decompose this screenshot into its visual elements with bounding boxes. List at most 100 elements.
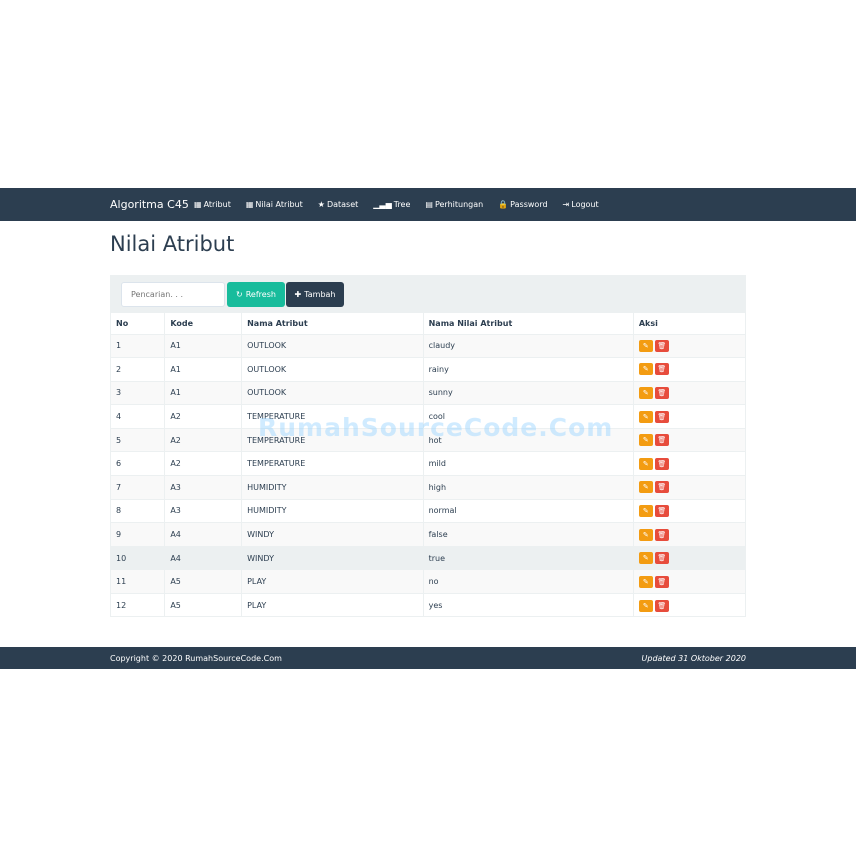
actions-cell: ✎ 🗑 xyxy=(632,593,745,618)
delete-button[interactable]: 🗑 xyxy=(654,599,669,612)
edit-button[interactable]: ✎ xyxy=(638,528,653,541)
edit-button[interactable]: ✎ xyxy=(638,363,653,376)
table-row: 11 A5 PLAY no ✎ 🗑 xyxy=(111,569,745,594)
actions-cell: ✎ 🗑 xyxy=(632,522,745,547)
nav-item-label: Nilai Atribut xyxy=(255,200,303,209)
table-cell: WINDY xyxy=(241,522,424,547)
nav-item-logout[interactable]: ⇥ Logout xyxy=(563,200,599,209)
table-cell: 2 xyxy=(111,357,165,382)
nav-item-atribut[interactable]: ▦ Atribut xyxy=(194,200,231,209)
table-cell: TEMPERATURE xyxy=(241,451,424,476)
edit-button[interactable]: ✎ xyxy=(638,434,653,447)
delete-button[interactable]: 🗑 xyxy=(654,410,669,423)
delete-button[interactable]: 🗑 xyxy=(654,481,669,494)
edit-button[interactable]: ✎ xyxy=(638,457,653,470)
nav-item-dataset[interactable]: ★ Dataset xyxy=(318,200,359,209)
edit-button[interactable]: ✎ xyxy=(638,410,653,423)
nav-item-nilai-atribut[interactable]: ▦ Nilai Atribut xyxy=(246,200,303,209)
table-cell: PLAY xyxy=(241,593,424,618)
delete-button[interactable]: 🗑 xyxy=(654,457,669,470)
nav-item-password[interactable]: 🔒 Password xyxy=(498,200,547,209)
lock-icon: 🔒 xyxy=(498,200,509,209)
edit-button[interactable]: ✎ xyxy=(638,552,653,565)
table-cell: hot xyxy=(422,427,634,452)
delete-button[interactable]: 🗑 xyxy=(654,339,669,352)
delete-button[interactable]: 🗑 xyxy=(654,386,669,399)
signal-icon: ▁▃▅ xyxy=(373,200,392,209)
table-cell: A1 xyxy=(164,357,242,382)
table-cell: false xyxy=(422,522,634,547)
add-button[interactable]: ✚ Tambah xyxy=(286,282,344,307)
delete-button[interactable]: 🗑 xyxy=(654,528,669,541)
edit-button[interactable]: ✎ xyxy=(638,575,653,588)
table-cell: true xyxy=(422,545,634,570)
footer: Copyright © 2020 RumahSourceCode.Com Upd… xyxy=(0,647,856,669)
nav-item-tree[interactable]: ▁▃▅ Tree xyxy=(373,200,410,209)
table-cell: 5 xyxy=(111,427,165,452)
delete-button[interactable]: 🗑 xyxy=(654,552,669,565)
edit-button[interactable]: ✎ xyxy=(638,386,653,399)
edit-icon: ✎ xyxy=(642,459,649,468)
edit-icon: ✎ xyxy=(642,341,649,350)
table-row: 5 A2 TEMPERATURE hot ✎ 🗑 xyxy=(111,427,745,452)
table-cell: 12 xyxy=(111,593,165,618)
table-cell: 9 xyxy=(111,522,165,547)
edit-icon: ✎ xyxy=(642,365,649,374)
delete-button[interactable]: 🗑 xyxy=(654,434,669,447)
nav-item-perhitungan[interactable]: ▤ Perhitungan xyxy=(425,200,483,209)
logout-icon: ⇥ xyxy=(562,200,570,209)
th-icon: ▦ xyxy=(245,200,254,209)
trash-icon: 🗑 xyxy=(657,341,667,350)
trash-icon: 🗑 xyxy=(657,388,667,397)
search-input[interactable] xyxy=(121,282,225,307)
updated-date: Updated 31 Oktober 2020 xyxy=(641,654,746,663)
nav-item-label: Password xyxy=(510,200,548,209)
nav-item-label: Dataset xyxy=(326,200,359,209)
table-row: 9 A4 WINDY false ✎ 🗑 xyxy=(111,522,745,547)
table-row: 8 A3 HUMIDITY normal ✎ 🗑 xyxy=(111,498,745,523)
table-cell: rainy xyxy=(422,357,634,382)
table-cell: WINDY xyxy=(241,545,424,570)
star-icon: ★ xyxy=(317,200,325,209)
table-cell: TEMPERATURE xyxy=(241,404,424,429)
table-cell: A4 xyxy=(164,545,242,570)
actions-cell: ✎ 🗑 xyxy=(632,380,745,405)
plus-icon: ✚ xyxy=(294,290,302,299)
trash-icon: 🗑 xyxy=(657,577,667,586)
table-cell: A2 xyxy=(164,404,242,429)
table-row: 2 A1 OUTLOOK rainy ✎ 🗑 xyxy=(111,357,745,382)
table-panel: ↻Refresh ✚Tambah NoKodeNama AtributNama … xyxy=(110,275,746,618)
table-cell: cool xyxy=(422,404,634,429)
table-cell: yes xyxy=(422,593,634,618)
actions-cell: ✎ 🗑 xyxy=(632,404,745,429)
delete-button[interactable]: 🗑 xyxy=(654,504,669,517)
table-cell: 3 xyxy=(111,380,165,405)
edit-icon: ✎ xyxy=(642,601,649,610)
table-cell: mild xyxy=(422,451,634,476)
table-cell: high xyxy=(422,475,634,500)
table-cell: OUTLOOK xyxy=(241,380,424,405)
table-cell: 10 xyxy=(111,545,165,570)
table-cell: no xyxy=(422,569,634,594)
table-cell: 1 xyxy=(111,333,165,358)
table-cell: 6 xyxy=(111,451,165,476)
table-cell: normal xyxy=(422,498,634,523)
trash-icon: 🗑 xyxy=(657,459,667,468)
table-row: 7 A3 HUMIDITY high ✎ 🗑 xyxy=(111,475,745,500)
trash-icon: 🗑 xyxy=(657,365,667,374)
refresh-button[interactable]: ↻ Refresh xyxy=(227,282,285,307)
edit-button[interactable]: ✎ xyxy=(638,481,653,494)
actions-cell: ✎ 🗑 xyxy=(632,357,745,382)
table-cell: A4 xyxy=(164,522,242,547)
delete-button[interactable]: 🗑 xyxy=(654,363,669,376)
edit-button[interactable]: ✎ xyxy=(638,339,653,352)
edit-button[interactable]: ✎ xyxy=(638,599,653,612)
brand[interactable]: Algoritma C45 xyxy=(110,198,189,211)
edit-icon: ✎ xyxy=(642,483,649,492)
delete-button[interactable]: 🗑 xyxy=(654,575,669,588)
table-cell: A3 xyxy=(164,498,242,523)
table-row: 6 A2 TEMPERATURE mild ✎ 🗑 xyxy=(111,451,745,476)
calendar-icon: ▤ xyxy=(425,200,433,209)
edit-button[interactable]: ✎ xyxy=(638,504,653,517)
navbar: Algoritma C45 ▦ Atribut ▦ Nilai Atribut ★ Dat… xyxy=(0,188,856,221)
